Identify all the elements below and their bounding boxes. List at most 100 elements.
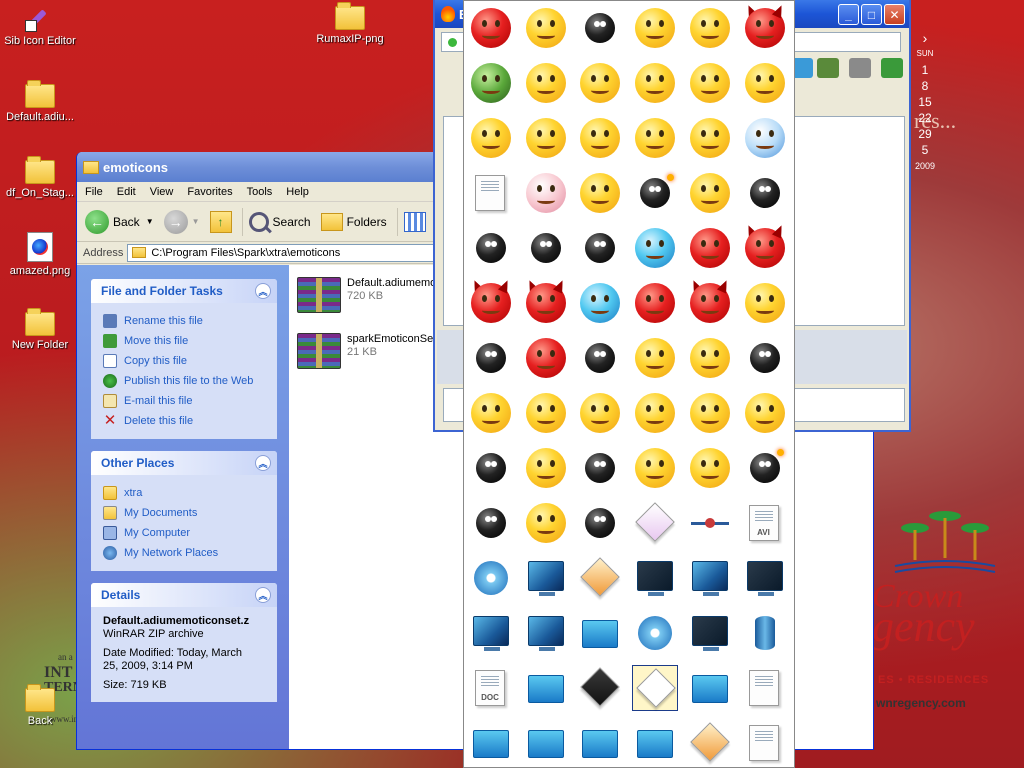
emoticon-smiley-icon[interactable]: [742, 115, 788, 161]
emoticon-smiley-icon[interactable]: [523, 390, 569, 436]
bomb-emoticon-icon[interactable]: [632, 170, 678, 216]
emoticon-smiley-icon[interactable]: [468, 5, 514, 51]
task-email[interactable]: E-mail this file: [103, 391, 267, 411]
emoticon-smiley-icon[interactable]: [687, 60, 733, 106]
emoticon-smiley-icon[interactable]: [632, 280, 678, 326]
monitor-icon[interactable]: [468, 610, 514, 656]
disc-icon[interactable]: [632, 610, 678, 656]
blue-folder-icon[interactable]: [523, 665, 569, 711]
bomb-emoticon-icon[interactable]: [468, 445, 514, 491]
bomb-emoticon-icon[interactable]: [468, 225, 514, 271]
blue-folder-icon[interactable]: [468, 720, 514, 766]
panel-header[interactable]: Other Places ︽: [91, 451, 277, 475]
cable-icon[interactable]: [687, 500, 733, 546]
devil-emoticon-icon[interactable]: [687, 280, 733, 326]
chevron-up-icon[interactable]: ︽: [255, 283, 271, 299]
devil-emoticon-icon[interactable]: [742, 5, 788, 51]
bomb-emoticon-icon[interactable]: [577, 225, 623, 271]
emoticon-smiley-icon[interactable]: [632, 5, 678, 51]
close-button[interactable]: ✕: [884, 4, 905, 25]
emoticon-smiley-icon[interactable]: [577, 60, 623, 106]
desktop-icon-new-folder[interactable]: New Folder: [0, 308, 80, 352]
picture-icon[interactable]: [817, 58, 839, 78]
document-file-icon[interactable]: [742, 665, 788, 711]
panel-header[interactable]: Details ︽: [91, 583, 277, 607]
menu-file[interactable]: File: [85, 186, 103, 198]
forward-button[interactable]: → ▼: [163, 209, 200, 234]
document-file-icon[interactable]: DOC: [468, 665, 514, 711]
document-file-icon[interactable]: [742, 720, 788, 766]
file-type-icon[interactable]: [577, 665, 623, 711]
emoticon-smiley-icon[interactable]: [687, 445, 733, 491]
place-my-documents[interactable]: My Documents: [103, 503, 267, 523]
document-file-icon[interactable]: [468, 170, 514, 216]
emoticon-smiley-icon[interactable]: [742, 60, 788, 106]
monitor-icon[interactable]: [742, 555, 788, 601]
file-type-icon[interactable]: [577, 555, 623, 601]
place-my-computer[interactable]: My Computer: [103, 523, 267, 543]
phone-icon[interactable]: [881, 58, 903, 78]
bomb-emoticon-icon[interactable]: [577, 445, 623, 491]
maximize-button[interactable]: □: [861, 4, 882, 25]
blue-folder-icon[interactable]: [687, 665, 733, 711]
monitor-icon[interactable]: [632, 555, 678, 601]
disc-icon[interactable]: [468, 555, 514, 601]
desktop-icon-df-on-stage[interactable]: df_On_Stag...: [0, 156, 80, 200]
emoticon-smiley-icon[interactable]: [577, 280, 623, 326]
task-delete[interactable]: ✕ Delete this file: [103, 411, 267, 431]
emoticon-smiley-icon[interactable]: [742, 280, 788, 326]
emoticon-smiley-icon[interactable]: [687, 5, 733, 51]
bomb-emoticon-icon[interactable]: [468, 500, 514, 546]
emoticon-smiley-icon[interactable]: [468, 60, 514, 106]
devil-emoticon-icon[interactable]: [523, 280, 569, 326]
minimize-button[interactable]: _: [838, 4, 859, 25]
task-move[interactable]: Move this file: [103, 331, 267, 351]
blue-folder-icon[interactable]: [523, 720, 569, 766]
chevron-up-icon[interactable]: ︽: [255, 587, 271, 603]
task-rename[interactable]: Rename this file: [103, 311, 267, 331]
emoticon-smiley-icon[interactable]: [468, 115, 514, 161]
emoticon-smiley-icon[interactable]: [523, 500, 569, 546]
document-file-icon[interactable]: AVI: [742, 500, 788, 546]
emoticon-smiley-icon[interactable]: [468, 390, 514, 436]
emoticon-smiley-icon[interactable]: [687, 335, 733, 381]
file-item[interactable]: sparkEmoticonSet 21 KB: [297, 333, 436, 369]
emoticon-smiley-icon[interactable]: [523, 170, 569, 216]
menu-edit[interactable]: Edit: [117, 186, 136, 198]
menu-view[interactable]: View: [150, 186, 174, 198]
desktop-icon-default-adium[interactable]: Default.adiu...: [0, 80, 80, 124]
up-button[interactable]: ↑: [209, 210, 232, 233]
bomb-emoticon-icon[interactable]: [577, 500, 623, 546]
blue-folder-icon[interactable]: [577, 720, 623, 766]
emoticon-smiley-icon[interactable]: [687, 170, 733, 216]
desktop-icon-amazed-png[interactable]: amazed.png: [0, 230, 80, 278]
folders-button[interactable]: Folders: [320, 212, 387, 231]
menu-help[interactable]: Help: [286, 186, 309, 198]
database-icon[interactable]: [742, 610, 788, 656]
task-publish[interactable]: Publish this file to the Web: [103, 371, 267, 391]
bomb-emoticon-icon[interactable]: [742, 170, 788, 216]
emoticon-smiley-icon[interactable]: [687, 390, 733, 436]
file-type-icon[interactable]: [632, 500, 678, 546]
monitor-icon[interactable]: [523, 610, 569, 656]
bomb-emoticon-icon[interactable]: [742, 335, 788, 381]
emoticon-smiley-icon[interactable]: [523, 60, 569, 106]
menu-tools[interactable]: Tools: [247, 186, 273, 198]
panel-header[interactable]: File and Folder Tasks ︽: [91, 279, 277, 303]
devil-emoticon-icon[interactable]: [468, 280, 514, 326]
file-type-icon[interactable]: [632, 665, 679, 711]
emoticon-smiley-icon[interactable]: [523, 5, 569, 51]
emoticon-smiley-icon[interactable]: [632, 335, 678, 381]
task-copy[interactable]: Copy this file: [103, 351, 267, 371]
devil-emoticon-icon[interactable]: [742, 225, 788, 271]
emoticon-smiley-icon[interactable]: [577, 390, 623, 436]
bomb-emoticon-icon[interactable]: [577, 5, 623, 51]
back-button[interactable]: ← Back ▼: [85, 209, 154, 234]
emoticon-smiley-icon[interactable]: [632, 225, 678, 271]
bomb-emoticon-icon[interactable]: [577, 335, 623, 381]
desktop-icon-back[interactable]: Back: [0, 684, 80, 728]
blue-folder-icon[interactable]: [632, 720, 678, 766]
desktop-icon-sib-icon-editor[interactable]: Sib Icon Editor: [0, 2, 80, 48]
blue-folder-icon[interactable]: [577, 610, 623, 656]
views-button[interactable]: [403, 211, 426, 232]
